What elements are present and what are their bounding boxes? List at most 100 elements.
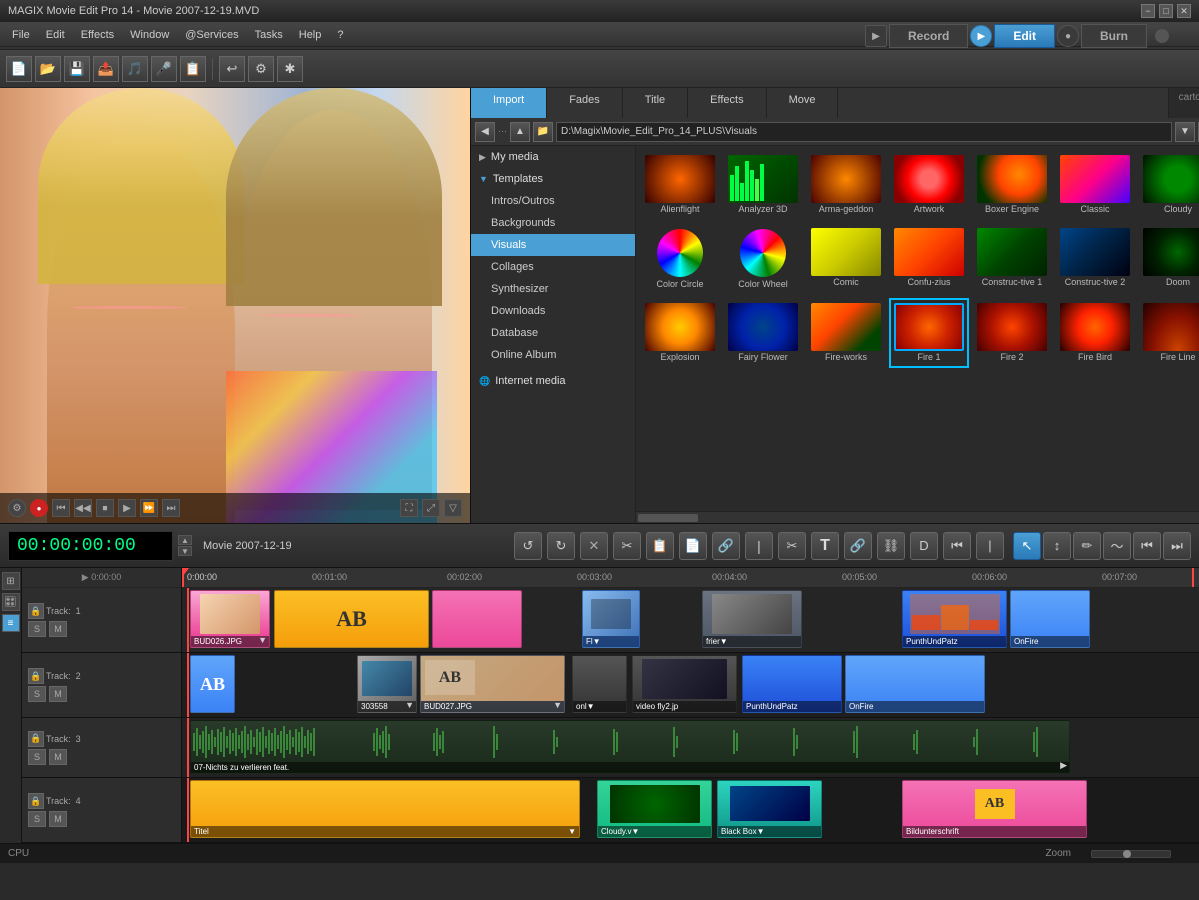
sidebar-templates[interactable]: ▼ Templates: [471, 168, 635, 190]
clip-onl-t2[interactable]: onl▼: [572, 655, 627, 713]
pointer-tool[interactable]: ↕: [1043, 532, 1071, 560]
wave-tool[interactable]: 〜: [1103, 532, 1131, 560]
menu-window[interactable]: Window: [122, 27, 177, 43]
track1-solo-button[interactable]: S: [28, 621, 46, 637]
track2-solo-button[interactable]: S: [28, 686, 46, 702]
tab-effects[interactable]: Effects: [688, 88, 766, 118]
preview-settings-icon[interactable]: ⚙: [8, 499, 26, 517]
media-fireworks[interactable]: Fire-works: [806, 298, 886, 368]
prev-marker-button[interactable]: ⏮: [943, 532, 971, 560]
clip-ab-t2[interactable]: AB: [190, 655, 235, 713]
media-firebird[interactable]: Fire Bird: [1055, 298, 1135, 368]
track3-mute-button[interactable]: M: [49, 749, 67, 765]
menu-services[interactable]: @Services: [177, 27, 246, 43]
clip-photo-t2-dropdown[interactable]: ▼: [405, 700, 414, 710]
track1-mute-button[interactable]: M: [49, 621, 67, 637]
preview-ff-button[interactable]: ⏩: [140, 499, 158, 517]
sidebar-item-visuals[interactable]: Visuals: [471, 234, 635, 256]
burn-button[interactable]: Burn: [1081, 24, 1147, 48]
maximize-button[interactable]: □: [1159, 4, 1173, 18]
media-classic[interactable]: Classic: [1055, 150, 1135, 220]
sidebar-item-onlinealbum[interactable]: Online Album: [471, 344, 635, 366]
menu-file[interactable]: File: [4, 27, 38, 43]
media-cloudy[interactable]: Cloudy: [1138, 150, 1199, 220]
track2-mute-button[interactable]: M: [49, 686, 67, 702]
tab-title[interactable]: Title: [623, 88, 688, 118]
clip-bildunterschrift[interactable]: AB Bildunterschrift: [902, 780, 1087, 838]
media-artwork[interactable]: Artwork: [889, 150, 969, 220]
import-button[interactable]: 🎵: [122, 56, 148, 82]
preview-record-button[interactable]: ●: [30, 499, 48, 517]
media-analyzer[interactable]: Analyzer 3D: [723, 150, 803, 220]
trim-button[interactable]: ✂: [778, 532, 806, 560]
sidebar-item-database[interactable]: Database: [471, 322, 635, 344]
menu-edit[interactable]: Edit: [38, 27, 73, 43]
clip-frier-t1[interactable]: frier▼: [702, 590, 802, 648]
zoom-thumb[interactable]: [1123, 850, 1131, 858]
razor-tool[interactable]: ✏: [1073, 532, 1101, 560]
export-button[interactable]: 📤: [93, 56, 119, 82]
tab-import[interactable]: Import: [471, 88, 547, 118]
sidebar-item-synthesizer[interactable]: Synthesizer: [471, 278, 635, 300]
clip-bud027-dropdown[interactable]: ▼: [553, 700, 562, 710]
media-doom[interactable]: Doom: [1138, 223, 1199, 295]
clip-bud027[interactable]: AB BUD027.JPG ▼: [420, 655, 565, 713]
preview-rewind-button[interactable]: ◀◀: [74, 499, 92, 517]
new-button[interactable]: 📄: [6, 56, 32, 82]
group-button[interactable]: D: [910, 532, 938, 560]
clip-bud026[interactable]: BUD026.JPG ▼: [190, 590, 270, 648]
preview-play-button[interactable]: ▶: [118, 499, 136, 517]
media-constructive1[interactable]: Construc-tive 1: [972, 223, 1052, 295]
track4-lock-icon[interactable]: 🔒: [28, 793, 44, 809]
unlink-button[interactable]: ⛓: [877, 532, 905, 560]
hscroll-thumb[interactable]: [638, 514, 698, 522]
fx-button[interactable]: ✱: [277, 56, 303, 82]
menu-tasks[interactable]: Tasks: [247, 27, 291, 43]
next-frame-button[interactable]: ⏭: [1163, 532, 1191, 560]
preview-next-button[interactable]: ⏭: [162, 499, 180, 517]
media-armageddon[interactable]: Arma-geddon: [806, 150, 886, 220]
batch-button[interactable]: 📋: [180, 56, 206, 82]
track3-lock-icon[interactable]: 🔒: [28, 731, 44, 747]
clip-bud026-dropdown[interactable]: ▼: [258, 635, 267, 645]
delete-transport-button[interactable]: ✕: [580, 532, 608, 560]
media-fire1[interactable]: Fire 1: [889, 298, 969, 368]
panel-back-button[interactable]: ◀: [475, 122, 495, 142]
sidebar-internetmedia[interactable]: 🌐 Internet media: [471, 370, 635, 392]
link-button[interactable]: 🔗: [844, 532, 872, 560]
clip-photo-t2[interactable]: 303558 ▼: [357, 655, 417, 713]
media-boxer[interactable]: Boxer Engine: [972, 150, 1052, 220]
clip-puth2[interactable]: PunthUndPatz: [742, 655, 842, 713]
zoom-slider[interactable]: [1091, 850, 1171, 858]
panel-up-button[interactable]: ▲: [510, 122, 530, 142]
marker-button[interactable]: |: [976, 532, 1004, 560]
clip-fl-t1[interactable]: Fl▼: [582, 590, 640, 648]
window-buttons[interactable]: − □ ✕: [1141, 4, 1191, 18]
media-colorwheel[interactable]: Color Wheel: [723, 223, 803, 295]
text-button[interactable]: T: [811, 532, 839, 560]
cut-transport-button[interactable]: ✂: [613, 532, 641, 560]
path-dropdown[interactable]: ▼: [1175, 122, 1195, 142]
prev-frame-button[interactable]: ⏮: [1133, 532, 1161, 560]
paste-transport-button[interactable]: 📄: [679, 532, 707, 560]
timecode-down[interactable]: ▼: [178, 546, 192, 556]
undo-transport-button[interactable]: ↺: [514, 532, 542, 560]
sidebar-item-intros[interactable]: Intros/Outros: [471, 190, 635, 212]
media-explosion[interactable]: Explosion: [640, 298, 720, 368]
close-button[interactable]: ✕: [1177, 4, 1191, 18]
preview-stop-button[interactable]: ⏹: [96, 499, 114, 517]
sidebar-item-backgrounds[interactable]: Backgrounds: [471, 212, 635, 234]
clip-cloudy[interactable]: Cloudy.v▼: [597, 780, 712, 838]
media-fire2[interactable]: Fire 2: [972, 298, 1052, 368]
menu-question[interactable]: ?: [329, 27, 351, 43]
clip-ab-t1[interactable]: AB: [274, 590, 429, 648]
clip-pink-t1[interactable]: [432, 590, 522, 648]
path-input[interactable]: [556, 122, 1172, 142]
tab-fades[interactable]: Fades: [547, 88, 623, 118]
copy-transport-button[interactable]: 📋: [646, 532, 674, 560]
track1-lock-icon[interactable]: 🔒: [28, 603, 44, 619]
settings-button[interactable]: ⚙: [248, 56, 274, 82]
record-tb-button[interactable]: 🎤: [151, 56, 177, 82]
clip-videofly[interactable]: video fly2.jp: [632, 655, 737, 713]
clip-puth1[interactable]: PunthUndPatz: [902, 590, 1007, 648]
